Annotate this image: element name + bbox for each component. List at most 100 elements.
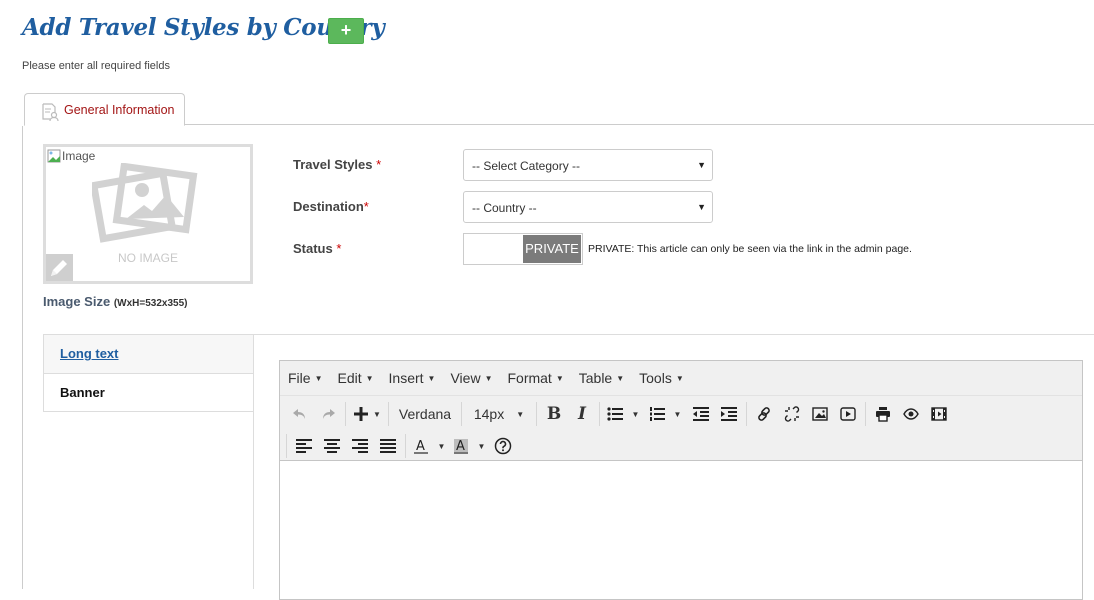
side-tab-banner[interactable]: Banner [43, 373, 254, 412]
insert-plus-button[interactable]: ▼ [349, 401, 385, 427]
caret-down-icon: ▼ [631, 409, 640, 419]
italic-button[interactable]: I [568, 401, 596, 427]
font-family-select[interactable]: Verdana [392, 401, 458, 427]
preview-button[interactable] [897, 401, 925, 427]
menu-format[interactable]: Format ▼ [507, 370, 563, 386]
caret-down-icon: ▼ [697, 202, 706, 212]
travel-styles-label-text: Travel Styles [293, 157, 373, 172]
toolbar-separator [865, 402, 866, 426]
rich-text-editor: File ▼ Edit ▼ Insert ▼ View ▼ Format ▼ Table ▼… [279, 360, 1083, 600]
toolbar-row-1: ▼ Verdana 14px ▼ B I ▼ ▼ [280, 398, 953, 430]
italic-icon: I [578, 404, 586, 424]
menu-edit[interactable]: Edit ▼ [337, 370, 373, 386]
bold-button[interactable]: B [540, 401, 568, 427]
caret-down-icon: ▼ [373, 409, 381, 419]
indent-icon [721, 407, 737, 421]
image-size-title: Image Size [43, 294, 111, 309]
add-button[interactable]: + [328, 18, 364, 44]
side-tab-long-text[interactable]: Long text [43, 335, 254, 374]
align-right-icon [352, 439, 368, 453]
help-button[interactable] [489, 433, 517, 459]
align-justify-button[interactable] [374, 433, 402, 459]
editor-content-area[interactable] [280, 462, 1082, 599]
font-size-select[interactable]: 14px ▼ [465, 401, 533, 427]
required-mark: * [376, 157, 382, 172]
image-alt-text: Image [62, 149, 96, 163]
destination-label: Destination* [293, 199, 369, 214]
remove-link-button[interactable] [778, 401, 806, 427]
undo-icon [293, 409, 305, 419]
image-upload-box[interactable]: Image NO IMAGE [43, 144, 253, 284]
redo-button[interactable] [314, 401, 342, 427]
text-color-button[interactable]: A ▼ [409, 433, 449, 459]
menu-table[interactable]: Table ▼ [579, 370, 624, 386]
insert-link-button[interactable] [750, 401, 778, 427]
toolbar-row-2: A ▼ A ▼ [280, 430, 517, 462]
tab-general-information[interactable]: General Information [24, 93, 185, 126]
numbered-list-button[interactable]: ▼ [643, 401, 687, 427]
svg-text:A: A [416, 439, 425, 454]
align-left-button[interactable] [290, 433, 318, 459]
edit-image-button[interactable] [46, 254, 73, 281]
font-family-value: Verdana [398, 406, 452, 422]
toolbar-separator [405, 434, 406, 458]
menu-insert[interactable]: Insert ▼ [389, 370, 436, 386]
caret-down-icon: ▼ [516, 409, 525, 419]
indent-button[interactable] [715, 401, 743, 427]
redo-icon [323, 409, 335, 419]
toolbar-separator [461, 402, 462, 426]
required-fields-note: Please enter all required fields [22, 60, 170, 72]
align-center-button[interactable] [318, 433, 346, 459]
toolbar-separator [746, 402, 747, 426]
pencil-icon [51, 260, 67, 276]
menu-label: Table [578, 370, 613, 386]
unlink-icon [784, 406, 800, 422]
numbered-list-icon [649, 407, 665, 421]
editor-menubar: File ▼ Edit ▼ Insert ▼ View ▼ Format ▼ Table ▼… [280, 361, 1082, 396]
toolbar-separator [599, 402, 600, 426]
required-mark: * [363, 199, 369, 214]
svg-text:A: A [456, 439, 465, 454]
caret-down-icon: ▼ [477, 441, 486, 451]
align-center-icon [324, 439, 340, 453]
insert-image-button[interactable] [806, 401, 834, 427]
print-button[interactable] [869, 401, 897, 427]
no-image-label: NO IMAGE [117, 251, 178, 265]
travel-styles-label: Travel Styles * [293, 157, 381, 172]
caret-down-icon: ▼ [437, 441, 446, 451]
status-toggle-value: PRIVATE [523, 235, 581, 263]
outdent-button[interactable] [687, 401, 715, 427]
tab-divider [184, 124, 1094, 125]
background-color-button[interactable]: A ▼ [449, 433, 489, 459]
status-toggle[interactable]: PRIVATE [463, 233, 583, 265]
destination-value: -- Country -- [472, 201, 537, 215]
image-size-value: (WxH=532x355) [113, 298, 188, 309]
bullet-list-icon [606, 407, 623, 421]
help-icon [494, 437, 512, 455]
insert-media-button[interactable] [834, 401, 862, 427]
side-tab-label: Long text [60, 346, 119, 361]
film-icon [931, 407, 947, 421]
caret-down-icon: ▼ [616, 373, 625, 383]
menu-file[interactable]: File ▼ [288, 370, 322, 386]
menu-label: View [450, 370, 481, 386]
caret-down-icon: ▼ [365, 373, 374, 383]
bullet-list-button[interactable]: ▼ [603, 401, 643, 427]
print-icon [876, 407, 890, 422]
travel-styles-select[interactable]: -- Select Category -- ▼ [463, 149, 713, 181]
align-right-button[interactable] [346, 433, 374, 459]
broken-image: Image [47, 149, 95, 163]
media-embed-button[interactable] [925, 401, 953, 427]
broken-image-icon [47, 149, 61, 163]
undo-button[interactable] [286, 401, 314, 427]
toolbar-separator [536, 402, 537, 426]
menu-tools[interactable]: Tools ▼ [639, 370, 684, 386]
toolbar-separator [388, 402, 389, 426]
menu-label: Edit [337, 370, 362, 386]
destination-select[interactable]: -- Country -- ▼ [463, 191, 713, 223]
content-border [22, 126, 23, 589]
side-tab-label: Banner [60, 385, 105, 400]
status-label: Status * [293, 241, 341, 256]
menu-view[interactable]: View ▼ [450, 370, 492, 386]
editor-toolbar: File ▼ Edit ▼ Insert ▼ View ▼ Format ▼ Table ▼… [280, 361, 1082, 461]
